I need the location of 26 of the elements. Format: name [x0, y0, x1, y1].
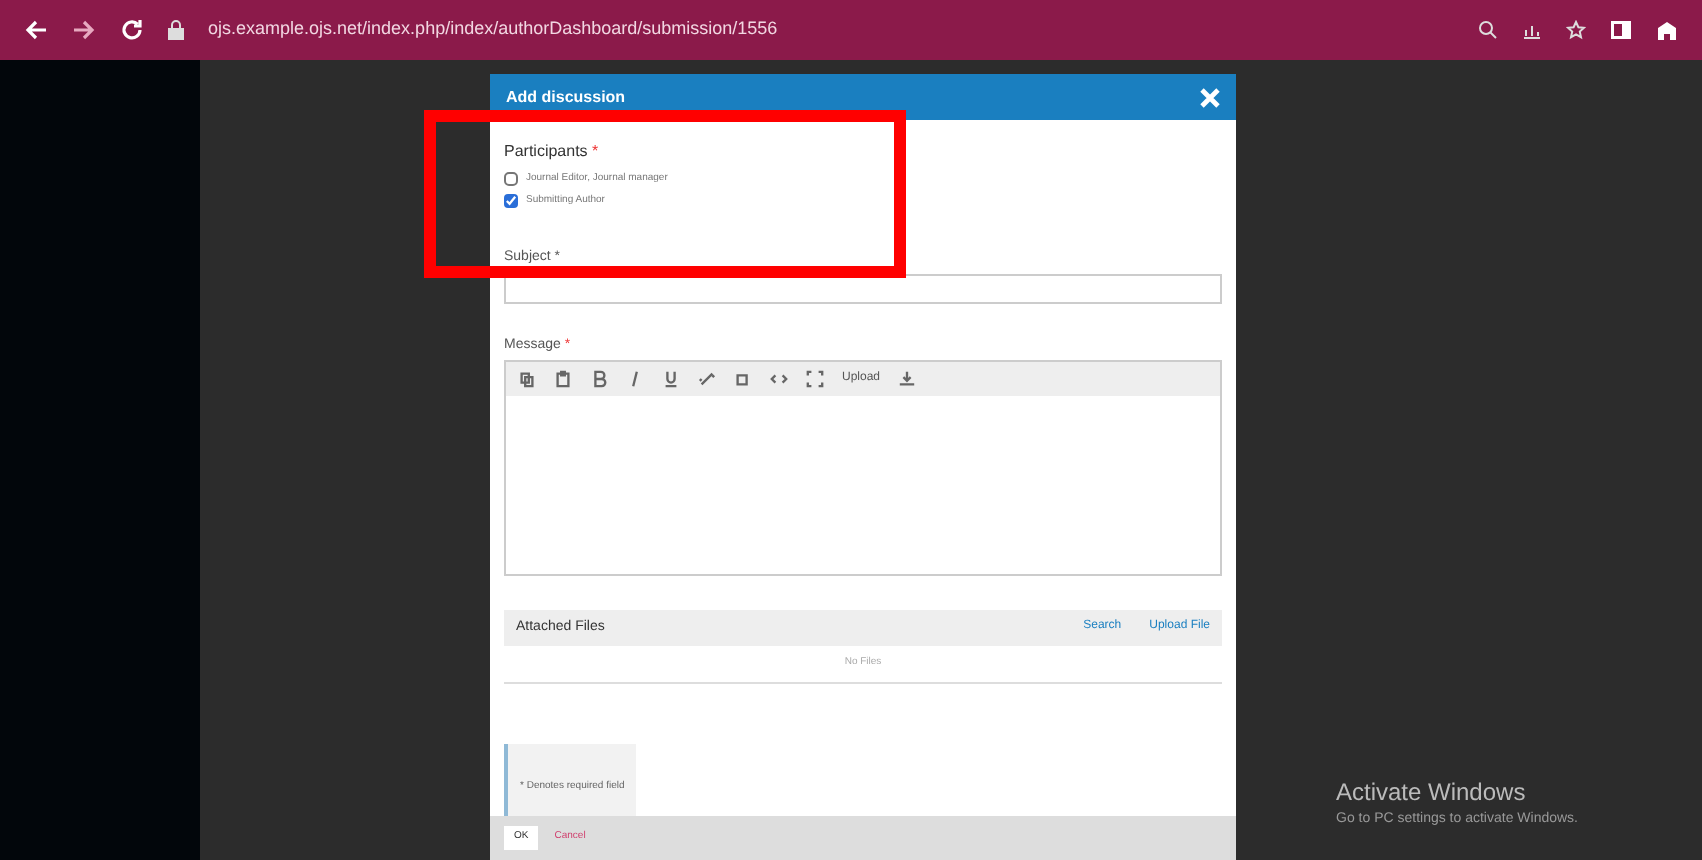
subject-input[interactable]	[504, 273, 1222, 303]
copy-icon[interactable]	[518, 370, 536, 388]
notice-title: Activate Windows	[1336, 780, 1528, 804]
paste-icon[interactable]	[554, 370, 572, 388]
window-icon[interactable]	[1610, 20, 1632, 40]
participant-checkbox[interactable]	[504, 172, 518, 187]
fullscreen-icon[interactable]	[806, 370, 824, 388]
lock-icon	[168, 20, 184, 40]
square-icon[interactable]	[734, 370, 752, 388]
url-text[interactable]: ojs.example.ojs.net/index.php/index/authorDashboard/submission/1556	[208, 16, 778, 44]
link-icon[interactable]	[698, 370, 716, 388]
search-icon[interactable]	[1478, 20, 1498, 40]
code-icon[interactable]	[770, 370, 788, 388]
chart-icon[interactable]	[1522, 20, 1542, 40]
back-icon[interactable]	[24, 18, 48, 42]
italic-icon[interactable]	[626, 370, 644, 388]
dialog-title: Add discussion	[506, 85, 626, 109]
reload-icon[interactable]	[120, 18, 144, 42]
download-icon[interactable]	[898, 370, 917, 388]
forward-icon[interactable]	[72, 18, 96, 42]
close-icon[interactable]	[1200, 87, 1220, 107]
bold-icon[interactable]	[590, 370, 608, 388]
field-label: Participants *	[504, 140, 601, 164]
participant-checkbox[interactable]	[504, 193, 518, 208]
underline-icon[interactable]	[662, 370, 680, 388]
star-icon[interactable]	[1566, 20, 1586, 40]
